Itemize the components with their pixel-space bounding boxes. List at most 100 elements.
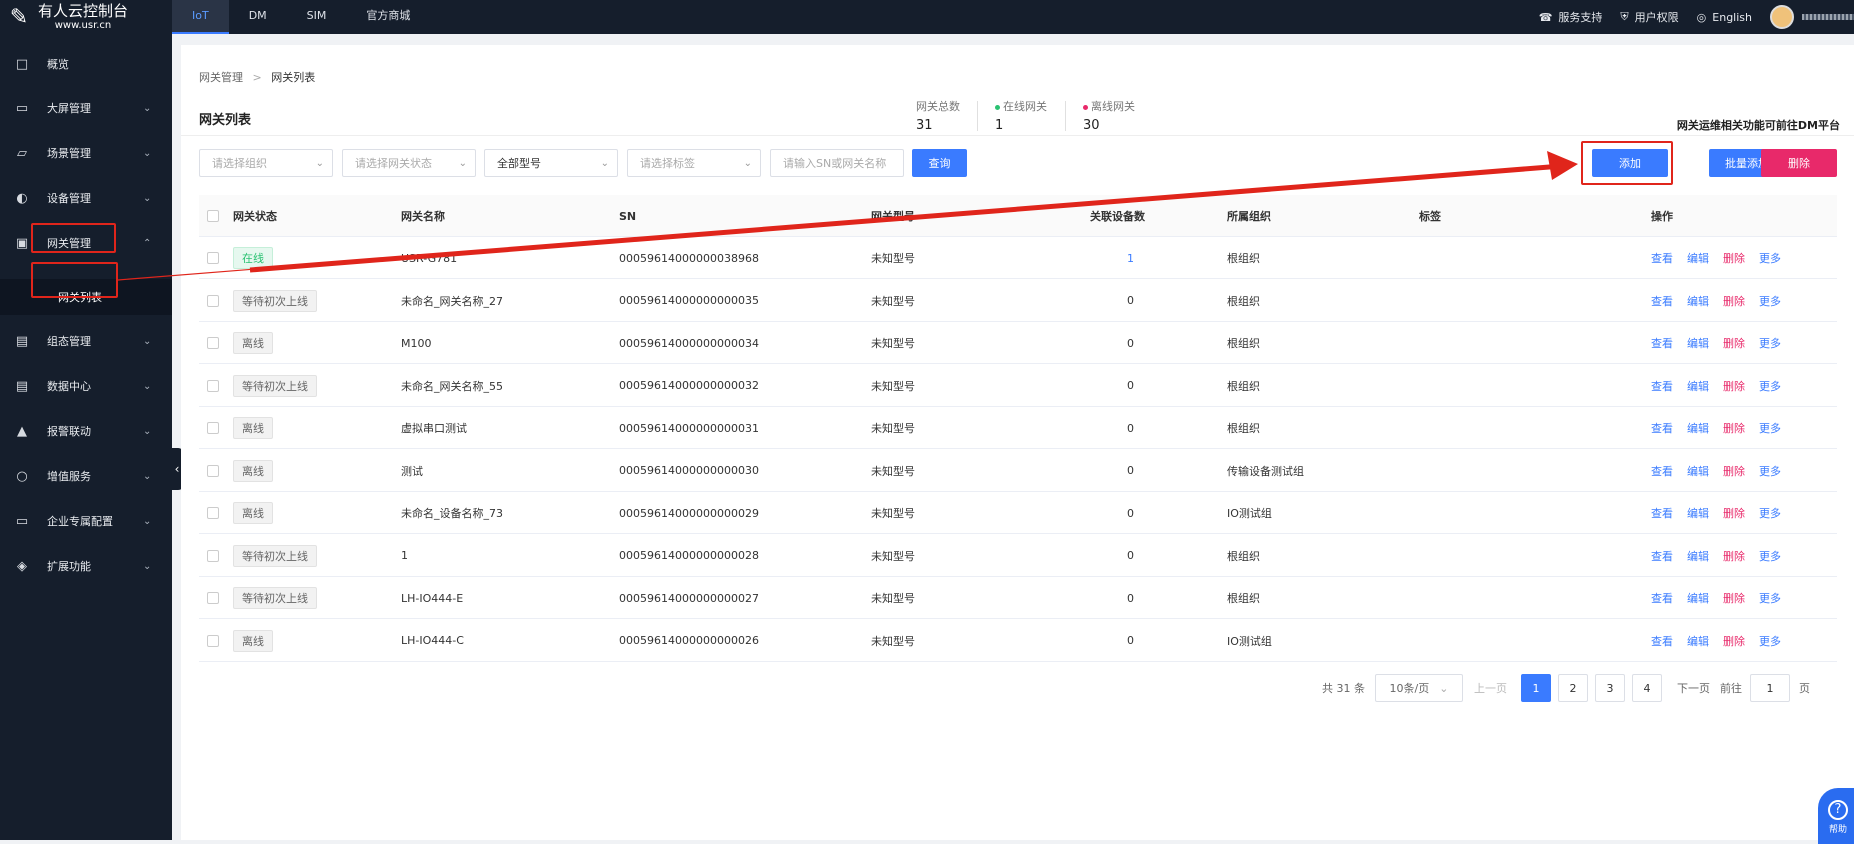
tag-select[interactable]: 请选择标签 ⌄ — [627, 149, 761, 177]
more-link[interactable]: 更多 — [1759, 463, 1781, 479]
delete-link[interactable]: 删除 — [1723, 378, 1745, 394]
chevron-down-icon: ⌄ — [143, 102, 152, 114]
view-link[interactable]: 查看 — [1651, 335, 1673, 351]
more-link[interactable]: 更多 — [1759, 378, 1781, 394]
edit-link[interactable]: 编辑 — [1687, 420, 1709, 436]
top-nav-sim[interactable]: SIM — [287, 0, 347, 34]
delete-link[interactable]: 删除 — [1723, 293, 1745, 309]
page-size-select[interactable]: 10条/页 ⌄ — [1375, 674, 1463, 702]
avatar[interactable] — [1770, 5, 1794, 29]
edit-link[interactable]: 编辑 — [1687, 250, 1709, 266]
logo[interactable]: ✎ 有人云控制台 www.usr.cn — [0, 0, 172, 34]
more-link[interactable]: 更多 — [1759, 250, 1781, 266]
name-cell: USR-G781 — [401, 251, 458, 265]
more-link[interactable]: 更多 — [1759, 590, 1781, 606]
page-3[interactable]: 3 — [1595, 674, 1625, 702]
sidebar-item-extend[interactable]: ◈ 扩展功能 ⌄ — [0, 544, 172, 588]
view-link[interactable]: 查看 — [1651, 420, 1673, 436]
edit-link[interactable]: 编辑 — [1687, 293, 1709, 309]
delete-link[interactable]: 删除 — [1723, 505, 1745, 521]
delete-link[interactable]: 删除 — [1723, 420, 1745, 436]
next-page[interactable]: 下一页 — [1677, 680, 1710, 696]
org-cell: 根组织 — [1227, 422, 1260, 435]
sidebar-item-enterprise[interactable]: ▭ 企业专属配置 ⌄ — [0, 499, 172, 543]
view-link[interactable]: 查看 — [1651, 250, 1673, 266]
sidebar-item-scene[interactable]: ▱ 场景管理 ⌄ — [0, 131, 172, 175]
more-link[interactable]: 更多 — [1759, 420, 1781, 436]
status-select[interactable]: 请选择网关状态 ⌄ — [342, 149, 476, 177]
view-link[interactable]: 查看 — [1651, 633, 1673, 649]
view-link[interactable]: 查看 — [1651, 378, 1673, 394]
org-select[interactable]: 请选择组织 ⌄ — [199, 149, 333, 177]
device-count-cell[interactable]: 1 — [1127, 237, 1134, 279]
view-link[interactable]: 查看 — [1651, 293, 1673, 309]
sidebar-item-bigscreen[interactable]: ▭ 大屏管理 ⌄ — [0, 86, 172, 130]
sn-cell: 00059614000000038968 — [619, 251, 759, 265]
screen-icon: ▭ — [15, 513, 29, 529]
view-link[interactable]: 查看 — [1651, 505, 1673, 521]
view-link[interactable]: 查看 — [1651, 590, 1673, 606]
top-nav-dm[interactable]: DM — [229, 0, 287, 34]
breadcrumb-parent[interactable]: 网关管理 — [199, 71, 243, 84]
edit-link[interactable]: 编辑 — [1687, 548, 1709, 564]
sidebar-item-label: 概览 — [47, 58, 69, 71]
delete-link[interactable]: 删除 — [1723, 548, 1745, 564]
delete-link[interactable]: 删除 — [1723, 335, 1745, 351]
top-nav-iot[interactable]: IoT — [172, 0, 229, 34]
row-checkbox[interactable] — [207, 322, 219, 364]
sidebar-item-alarm[interactable]: ▲ 报警联动 ⌄ — [0, 409, 172, 453]
view-link[interactable]: 查看 — [1651, 463, 1673, 479]
sidebar-item-data[interactable]: ▤ 数据中心 ⌄ — [0, 364, 172, 408]
language-switch[interactable]: ◎ English — [1697, 11, 1752, 24]
sidebar-item-device[interactable]: ◐ 设备管理 ⌄ — [0, 176, 172, 220]
edit-link[interactable]: 编辑 — [1687, 633, 1709, 649]
prev-page[interactable]: 上一页 — [1474, 680, 1507, 696]
more-link[interactable]: 更多 — [1759, 335, 1781, 351]
row-checkbox[interactable] — [207, 365, 219, 407]
top-nav-store[interactable]: 官方商城 — [346, 0, 430, 34]
perms-link[interactable]: ⛨ 用户权限 — [1620, 9, 1678, 25]
row-checkbox[interactable] — [207, 492, 219, 534]
delete-button[interactable]: 删除 — [1761, 149, 1837, 177]
select-all-checkbox[interactable] — [207, 195, 219, 237]
row-checkbox[interactable] — [207, 577, 219, 619]
sidebar-item-value-added[interactable]: ○ 增值服务 ⌄ — [0, 454, 172, 498]
model-select[interactable]: 全部型号 ⌄ — [484, 149, 618, 177]
delete-link[interactable]: 删除 — [1723, 633, 1745, 649]
delete-link[interactable]: 删除 — [1723, 590, 1745, 606]
edit-link[interactable]: 编辑 — [1687, 590, 1709, 606]
page-2[interactable]: 2 — [1558, 674, 1588, 702]
view-link[interactable]: 查看 — [1651, 548, 1673, 564]
image-icon: ▤ — [15, 333, 29, 349]
edit-link[interactable]: 编辑 — [1687, 505, 1709, 521]
page-1[interactable]: 1 — [1521, 674, 1551, 702]
chevron-down-icon: ⌄ — [143, 192, 152, 204]
help-widget[interactable]: ? 帮助 — [1818, 788, 1854, 844]
sidebar-item-overview[interactable]: □ 概览 — [0, 42, 172, 86]
delete-link[interactable]: 删除 — [1723, 463, 1745, 479]
row-checkbox[interactable] — [207, 620, 219, 662]
query-button[interactable]: 查询 — [912, 149, 967, 177]
sidebar-item-config[interactable]: ▤ 组态管理 ⌄ — [0, 319, 172, 363]
dm-platform-hint[interactable]: 网关运维相关功能可前往DM平台 — [1677, 117, 1840, 133]
search-input[interactable]: 请输入SN或网关名称 — [770, 149, 904, 177]
more-link[interactable]: 更多 — [1759, 505, 1781, 521]
page-4[interactable]: 4 — [1632, 674, 1662, 702]
more-link[interactable]: 更多 — [1759, 548, 1781, 564]
more-link[interactable]: 更多 — [1759, 633, 1781, 649]
edit-link[interactable]: 编辑 — [1687, 463, 1709, 479]
row-checkbox[interactable] — [207, 237, 219, 279]
edit-link[interactable]: 编辑 — [1687, 335, 1709, 351]
chevron-down-icon: ⌄ — [743, 157, 752, 169]
goto-page-input[interactable]: 1 — [1750, 674, 1790, 702]
row-checkbox[interactable] — [207, 535, 219, 577]
support-link[interactable]: ☎ 服务支持 — [1539, 9, 1603, 25]
edit-link[interactable]: 编辑 — [1687, 378, 1709, 394]
row-checkbox[interactable] — [207, 280, 219, 322]
more-link[interactable]: 更多 — [1759, 293, 1781, 309]
row-checkbox[interactable] — [207, 450, 219, 492]
pie-icon: ◐ — [16, 190, 28, 206]
sn-cell: 00059614000000000030 — [619, 464, 759, 477]
row-checkbox[interactable] — [207, 407, 219, 449]
delete-link[interactable]: 删除 — [1723, 250, 1745, 266]
